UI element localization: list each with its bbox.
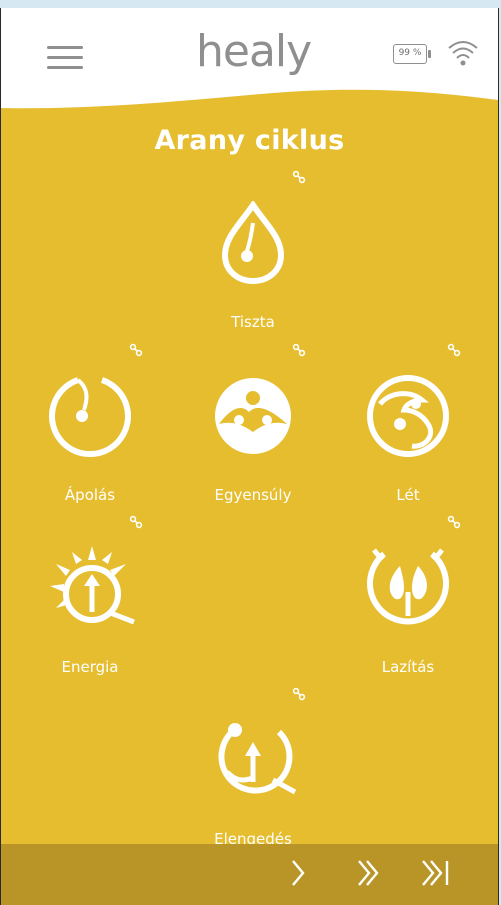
drop-icon [221,201,285,285]
swirl-icon [367,375,449,457]
program-label: Tiszta [231,313,275,331]
logo-text: healy [196,26,311,77]
program-label: Ápolás [64,486,116,504]
healy-logo: healy [194,26,339,86]
program-egyensuly[interactable]: Egyensúly [188,343,318,534]
battery-level: 99 % [393,44,427,64]
page-title: Arany ciklus [154,125,345,156]
footer-bar [1,844,498,905]
program-apolas[interactable]: Ápolás [25,343,155,534]
link-icon[interactable] [129,515,143,529]
program-label: Lét [396,486,420,504]
skip-to-end-icon [422,860,449,886]
link-icon[interactable] [447,343,461,357]
program-label: Egyensúly [214,486,292,504]
wifi-icon [447,38,479,68]
fast-forward-icon [358,860,379,886]
two-drops-icon [367,548,449,625]
fast-forward-button[interactable] [347,852,391,894]
program-label: Energia [61,658,119,676]
link-icon[interactable] [129,343,143,357]
next-button[interactable] [277,852,321,894]
program-energia[interactable]: Energia [25,515,155,706]
balance-icon [215,378,291,454]
link-icon[interactable] [292,170,306,184]
program-let[interactable]: Lét [343,343,473,534]
battery-icon: 99 % [393,44,433,68]
menu-icon[interactable] [47,46,83,72]
program-label: Lazítás [381,658,435,676]
skip-to-end-button[interactable] [417,852,461,894]
release-arrow-icon [218,723,297,795]
program-tiszta[interactable]: Tiszta [188,170,318,361]
logo-graphic: healy [196,26,312,77]
header: healy 99 % [1,8,498,128]
next-icon [292,860,305,886]
program-lazitas[interactable]: Lazítás [343,515,473,706]
link-icon[interactable] [447,515,461,529]
link-icon[interactable] [292,343,306,357]
sun-arrow-icon [50,546,135,625]
ring-drop-icon [49,377,131,458]
app-screen: healy 99 % Arany ciklus Tiszta Ápolás Eg… [0,8,499,905]
link-icon[interactable] [292,687,306,701]
